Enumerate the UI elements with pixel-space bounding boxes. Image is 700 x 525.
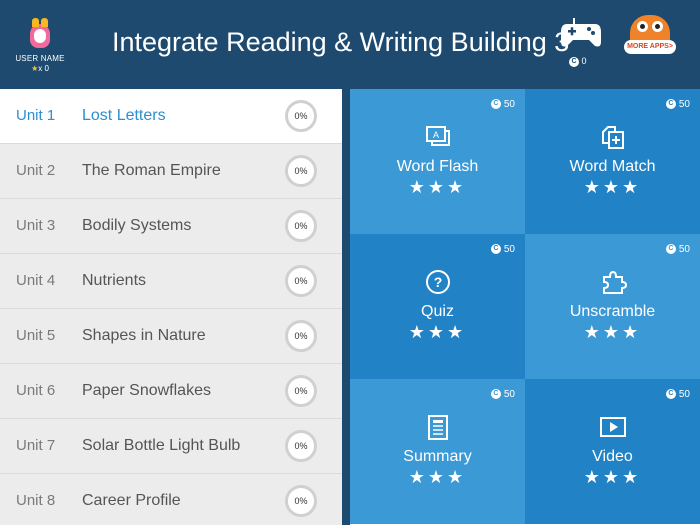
coin-icon: C	[665, 389, 676, 400]
star-rating: ★★★	[583, 177, 642, 197]
unit-title: Solar Bottle Light Bulb	[82, 437, 241, 454]
coin-icon: C	[569, 56, 579, 67]
progress-indicator: 0%	[285, 430, 317, 462]
unit-title: Nutrients	[82, 272, 147, 289]
unit-number: Unit 8	[16, 492, 56, 509]
progress-indicator: 0%	[285, 265, 317, 297]
unit-row-3[interactable]: Unit 3 Bodily Systems 0%	[0, 199, 342, 254]
more-apps-label: MORE APPS>	[624, 40, 676, 54]
activity-label: Unscramble	[569, 303, 656, 320]
activity-label: Word Match	[569, 158, 656, 175]
panel-divider	[342, 89, 350, 525]
activity-tile-word-match[interactable]: C 50 Word Match ★★★	[525, 89, 700, 234]
coin-cost-value: 50	[503, 244, 515, 255]
video-icon	[600, 417, 626, 437]
coin-cost: C 50	[665, 99, 690, 110]
activity-label: Word Flash	[396, 158, 479, 175]
progress-indicator: 0%	[285, 210, 317, 242]
more-apps-button[interactable]: MORE APPS>	[624, 15, 676, 71]
progress-indicator: 0%	[285, 485, 317, 517]
unit-number: Unit 7	[16, 437, 56, 454]
unit-title: Shapes in Nature	[82, 327, 206, 344]
unit-number: Unit 3	[16, 217, 56, 234]
unit-row-1[interactable]: Unit 1 Lost Letters 0%	[0, 89, 342, 144]
unit-row-8[interactable]: Unit 8 Career Profile 0%	[0, 474, 342, 525]
unit-title: Career Profile	[82, 492, 181, 509]
unit-row-6[interactable]: Unit 6 Paper Snowflakes 0%	[0, 364, 342, 419]
activity-tile-video[interactable]: C 50 Video ★★★	[525, 379, 700, 524]
coin-balance-value: 0	[581, 56, 587, 66]
unit-row-4[interactable]: Unit 4 Nutrients 0%	[0, 254, 342, 309]
activity-tile-unscramble[interactable]: C 50 Unscramble ★★★	[525, 234, 700, 379]
star-rating: ★★★	[583, 322, 642, 342]
word-match-icon	[602, 126, 624, 149]
avatar	[25, 16, 55, 50]
progress-indicator: 0%	[285, 100, 317, 132]
unit-number: Unit 1	[16, 107, 56, 124]
coin-cost: C 50	[665, 389, 690, 400]
quiz-icon: ?	[426, 270, 450, 294]
puzzle-icon	[603, 270, 627, 294]
coin-cost-value: 50	[678, 99, 690, 110]
coin-cost-value: 50	[503, 99, 515, 110]
gamepad-icon	[561, 18, 601, 47]
star-rating: ★★★	[583, 467, 642, 487]
user-profile[interactable]: USER NAME ★x 0	[12, 14, 68, 80]
unit-number: Unit 6	[16, 382, 56, 399]
coin-cost: C 50	[490, 244, 515, 255]
unit-row-7[interactable]: Unit 7 Solar Bottle Light Bulb 0%	[0, 419, 342, 474]
unit-number: Unit 5	[16, 327, 56, 344]
activity-label: Quiz	[421, 303, 454, 320]
coin-icon: C	[665, 244, 676, 255]
progress-indicator: 0%	[285, 155, 317, 187]
coin-cost: C 50	[665, 244, 690, 255]
user-star-count: ★x 0	[12, 64, 68, 73]
coin-cost-value: 50	[678, 244, 690, 255]
header-bar: USER NAME ★x 0 Integrate Reading & Writi…	[0, 0, 700, 89]
progress-indicator: 0%	[285, 320, 317, 352]
svg-text:?: ?	[434, 274, 443, 290]
unit-title: The Roman Empire	[82, 162, 221, 179]
activity-tile-quiz[interactable]: C 50 ? Quiz ★★★	[350, 234, 525, 379]
coin-balance: C 0	[569, 56, 587, 67]
activity-tile-word-flash[interactable]: C 50 A Word Flash ★★★	[350, 89, 525, 234]
star-rating: ★★★	[408, 177, 467, 197]
user-star-value: x 0	[38, 64, 49, 73]
activity-tile-summary[interactable]: C 50 Summary ★★★	[350, 379, 525, 524]
unit-title: Bodily Systems	[82, 217, 192, 234]
coin-cost-value: 50	[678, 389, 690, 400]
coin-icon: C	[665, 99, 676, 110]
activity-label: Video	[592, 448, 633, 465]
progress-indicator: 0%	[285, 375, 317, 407]
unit-list: Unit 1 Lost Letters 0% Unit 2 The Roman …	[0, 89, 342, 525]
word-flash-icon: A	[426, 126, 450, 146]
unit-number: Unit 2	[16, 162, 56, 179]
coin-icon: C	[490, 99, 501, 110]
coin-icon: C	[490, 244, 501, 255]
summary-icon	[428, 415, 448, 440]
unit-title: Paper Snowflakes	[82, 382, 211, 399]
star-rating: ★★★	[408, 322, 467, 342]
coin-cost: C 50	[490, 389, 515, 400]
coin-cost: C 50	[490, 99, 515, 110]
star-rating: ★★★	[408, 467, 467, 487]
activity-label: Summary	[403, 448, 472, 465]
game-button[interactable]: C 0	[559, 16, 603, 68]
unit-title: Lost Letters	[82, 107, 166, 124]
svg-text:A: A	[433, 130, 439, 140]
unit-number: Unit 4	[16, 272, 56, 289]
unit-row-2[interactable]: Unit 2 The Roman Empire 0%	[0, 144, 342, 199]
coin-icon: C	[490, 389, 501, 400]
user-name: USER NAME	[15, 54, 65, 63]
page-title: Integrate Reading & Writing Building 3	[112, 27, 570, 57]
coin-cost-value: 50	[503, 389, 515, 400]
unit-row-5[interactable]: Unit 5 Shapes in Nature 0%	[0, 309, 342, 364]
